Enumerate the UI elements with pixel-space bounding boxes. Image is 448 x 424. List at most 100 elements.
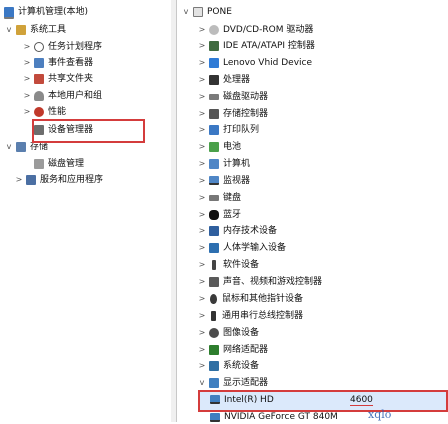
gpu-icon: [210, 395, 220, 404]
event-viewer-icon: [34, 58, 44, 68]
chevron-right-icon[interactable]: >: [22, 71, 32, 87]
device-category[interactable]: > 磁盘驱动器: [197, 89, 268, 105]
device-category[interactable]: > 通用串行总线控制器: [197, 308, 303, 324]
chevron-right-icon[interactable]: >: [197, 240, 207, 256]
dvd-drive-icon: [209, 25, 219, 35]
chevron-right-icon[interactable]: >: [197, 358, 207, 374]
bluetooth-icon: [209, 210, 219, 220]
device-category[interactable]: > 网络适配器: [197, 342, 268, 358]
device-category[interactable]: > 计算机: [197, 156, 250, 172]
device-tree-root[interactable]: v PONE: [181, 4, 232, 20]
chevron-right-icon[interactable]: >: [22, 88, 32, 104]
chevron-right-icon[interactable]: >: [197, 139, 207, 155]
software-device-icon: [212, 260, 216, 270]
device-intel-gpu[interactable]: Intel(R) HD: [208, 392, 274, 408]
device-category[interactable]: > 处理器: [197, 72, 250, 88]
chevron-right-icon[interactable]: >: [22, 55, 32, 71]
processor-icon: [209, 75, 219, 85]
chevron-right-icon[interactable]: >: [197, 207, 207, 223]
device-category[interactable]: > 监视器: [197, 173, 250, 189]
chevron-down-icon[interactable]: v: [4, 22, 14, 38]
disk-icon: [34, 159, 44, 169]
chevron-right-icon[interactable]: >: [197, 72, 207, 88]
storage-icon: [16, 142, 26, 152]
system-device-icon: [209, 361, 219, 371]
tree-item-performance[interactable]: > 性能: [22, 104, 66, 120]
device-category[interactable]: > DVD/CD-ROM 驱动器: [197, 22, 313, 38]
chevron-right-icon[interactable]: >: [197, 55, 207, 71]
device-tree-pane: v PONE > DVD/CD-ROM 驱动器 > IDE ATA/ATAPI 控制器…: [176, 0, 448, 422]
chevron-right-icon[interactable]: >: [197, 156, 207, 172]
device-category[interactable]: > 图像设备: [197, 325, 259, 341]
device-category[interactable]: > 声音、视频和游戏控制器: [197, 274, 322, 290]
chevron-down-icon[interactable]: v: [197, 375, 207, 391]
camera-icon: [209, 328, 219, 338]
chevron-right-icon[interactable]: >: [197, 308, 207, 324]
tree-item-services-apps[interactable]: > 服务和应用程序: [14, 172, 103, 188]
device-category[interactable]: > 存储控制器: [197, 106, 268, 122]
chevron-right-icon[interactable]: >: [197, 89, 207, 105]
network-adapter-icon: [209, 345, 219, 355]
tree-item-shared-folders[interactable]: > 共享文件夹: [22, 71, 93, 87]
monitor-icon: [209, 176, 219, 185]
chevron-right-icon[interactable]: >: [197, 106, 207, 122]
chevron-down-icon[interactable]: v: [181, 4, 191, 20]
storage-controller-icon: [209, 109, 219, 119]
hid-device-icon: [209, 58, 219, 68]
device-category[interactable]: > 打印队列: [197, 122, 259, 138]
device-category[interactable]: > 人体学输入设备: [197, 240, 286, 256]
chevron-right-icon[interactable]: >: [197, 342, 207, 358]
battery-icon: [209, 142, 219, 152]
chevron-right-icon[interactable]: >: [197, 22, 207, 38]
chevron-right-icon[interactable]: >: [197, 173, 207, 189]
tree-item-local-users[interactable]: > 本地用户和组: [22, 88, 102, 104]
services-icon: [26, 175, 36, 185]
shared-folder-icon: [34, 74, 44, 84]
device-category[interactable]: > 键盘: [197, 190, 241, 206]
chevron-down-icon[interactable]: v: [4, 139, 14, 155]
computer-icon: [209, 159, 219, 169]
device-category-display[interactable]: v 显示适配器: [197, 375, 268, 391]
performance-icon: [34, 107, 44, 117]
chevron-right-icon[interactable]: >: [22, 104, 32, 120]
chevron-right-icon[interactable]: >: [14, 172, 24, 188]
chevron-right-icon[interactable]: >: [197, 274, 207, 290]
computer-icon: [4, 7, 14, 19]
keyboard-icon: [209, 195, 219, 201]
chevron-right-icon[interactable]: >: [197, 325, 207, 341]
tree-item-event-viewer[interactable]: > 事件查看器: [22, 55, 93, 71]
console-tree-pane: 计算机管理(本地) v 系统工具 > 任务计划程序 > 事件查看器 > 共享文件夹 > 本…: [0, 0, 172, 422]
device-category[interactable]: > 鼠标和其他指针设备: [197, 291, 303, 307]
chevron-right-icon[interactable]: >: [197, 223, 207, 239]
computer-icon: [193, 7, 203, 17]
intel-gpu-model: 4600: [350, 395, 373, 406]
ide-controller-icon: [209, 41, 219, 51]
memory-device-icon: [209, 226, 219, 236]
chevron-right-icon[interactable]: >: [22, 39, 32, 55]
usb-icon: [211, 311, 216, 321]
device-category[interactable]: > IDE ATA/ATAPI 控制器: [197, 38, 315, 54]
device-category[interactable]: > 内存技术设备: [197, 223, 277, 239]
gpu-icon: [210, 413, 220, 422]
device-category[interactable]: > Lenovo Vhid Device: [197, 55, 312, 71]
tree-item-task-scheduler[interactable]: > 任务计划程序: [22, 39, 102, 55]
device-category[interactable]: > 蓝牙: [197, 207, 241, 223]
speaker-icon: [209, 277, 219, 287]
chevron-right-icon[interactable]: >: [197, 122, 207, 138]
chevron-right-icon[interactable]: >: [197, 257, 207, 273]
device-category[interactable]: > 电池: [197, 139, 241, 155]
users-icon: [34, 91, 44, 101]
disk-drive-icon: [209, 94, 219, 100]
tree-item-computer-mgmt[interactable]: 计算机管理(本地): [2, 4, 88, 20]
device-category[interactable]: > 系统设备: [197, 358, 259, 374]
chevron-right-icon[interactable]: >: [197, 291, 207, 307]
device-category[interactable]: > 软件设备: [197, 257, 259, 273]
chevron-right-icon[interactable]: >: [197, 38, 207, 54]
chevron-right-icon[interactable]: >: [197, 190, 207, 206]
tree-item-disk-mgmt[interactable]: 磁盘管理: [32, 156, 84, 172]
tree-item-system-tools[interactable]: v 系统工具: [4, 22, 66, 38]
device-manager-highlight: [32, 119, 145, 143]
hid-icon: [209, 243, 219, 253]
printer-icon: [209, 125, 219, 135]
watermark: xqlo: [368, 408, 392, 421]
